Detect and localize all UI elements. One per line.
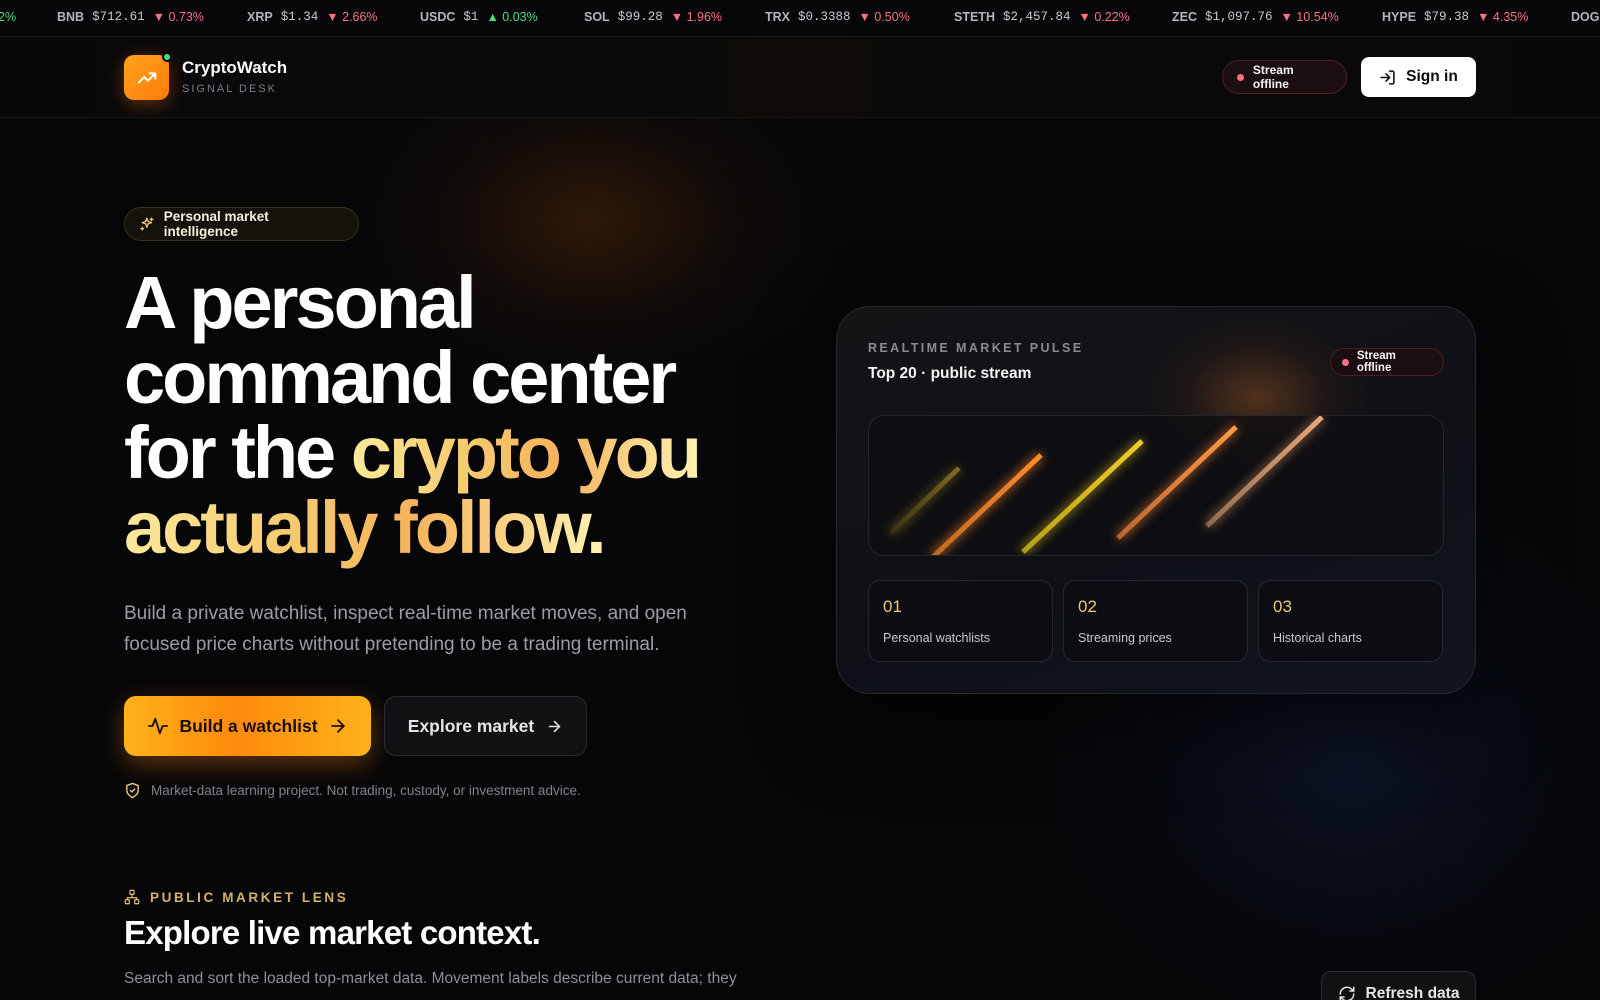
feature-number: 01: [883, 597, 902, 616]
feature-number: 02: [1078, 597, 1097, 616]
disclaimer-text: Market-data learning project. Not tradin…: [151, 783, 581, 798]
market-pulse-card: REALTIME MARKET PULSE Top 20 · public st…: [836, 306, 1476, 694]
stream-status-label: Stream offline: [1252, 63, 1294, 91]
ticker-item[interactable]: XRP $1.34 ▼ 2.66%: [247, 10, 378, 24]
ticker-change: ▼ 2.66%: [326, 10, 378, 24]
pulse-streaks: [888, 416, 1326, 555]
ticker-symbol: BNB: [57, 10, 85, 24]
refresh-data-label: Refresh data: [1365, 985, 1460, 1000]
headline-line-2: command center: [124, 336, 677, 419]
ticker-item[interactable]: SOL $99.28 ▼ 1.96%: [584, 10, 722, 24]
offline-dot-icon: [1342, 358, 1349, 366]
ticker-change: ▼ 4.35%: [1477, 10, 1529, 24]
ticker-change: ▼ 10.54%: [1280, 10, 1339, 24]
brand-name[interactable]: CryptoWatch: [182, 58, 287, 78]
ticker-symbol: TRX: [765, 10, 790, 24]
disclaimer: Market-data learning project. Not tradin…: [124, 782, 581, 799]
hero-badge: Personal market intelligence: [124, 207, 359, 241]
ticker-item[interactable]: BNB $712.61 ▼ 0.73%: [57, 10, 204, 24]
explore-market-button[interactable]: Explore market: [384, 696, 587, 756]
pulse-stream-status-label: Stream offline: [1356, 350, 1396, 374]
hero-subtitle: Build a private watchlist, inspect real-…: [124, 603, 687, 655]
ticker-item[interactable]: USDC $1 ▲ 0.03%: [420, 10, 538, 24]
lens-eyebrow-label: PUBLIC MARKET LENS: [150, 889, 349, 905]
ticker-item[interactable]: HYPE $79.38 ▼ 4.35%: [1382, 10, 1528, 24]
ticker-symbol: DOG: [1571, 10, 1600, 24]
build-watchlist-label: Build a watchlist: [179, 715, 318, 736]
feature-card-historical: 03 Historical charts: [1258, 580, 1443, 662]
offline-dot-icon: [1237, 73, 1244, 81]
refresh-icon: [1339, 986, 1355, 1000]
ticker-change: 2%: [0, 10, 17, 24]
streak-2: [929, 451, 1045, 555]
ticker-price: $0.3388: [798, 10, 851, 24]
pulse-title: Top 20 · public stream: [868, 365, 1032, 382]
lens-description: Search and sort the loaded top-market da…: [124, 970, 737, 987]
price-ticker: 2% BNB $712.61 ▼ 0.73% XRP $1.34 ▼ 2.66% USDC $1…: [0, 0, 1600, 37]
build-watchlist-button[interactable]: Build a watchlist: [124, 696, 371, 756]
ticker-price: $712.61: [92, 10, 145, 24]
ticker-item[interactable]: DOG: [1571, 10, 1599, 24]
sign-in-label: Sign in: [1406, 68, 1458, 85]
site-header: CryptoWatch SIGNAL DESK Stream offline S…: [0, 37, 1600, 118]
lens-title: Explore live market context.: [124, 914, 541, 951]
ticker-symbol: USDC: [420, 10, 456, 24]
refresh-data-button[interactable]: Refresh data: [1321, 971, 1476, 1000]
ticker-change: ▼ 1.96%: [670, 10, 723, 24]
feature-label: Personal watchlists: [883, 631, 990, 645]
ticker-item[interactable]: TRX $0.3388 ▼ 0.50%: [765, 10, 910, 24]
ticker-item[interactable]: 2%: [0, 10, 16, 24]
ticker-price: $1: [463, 10, 479, 24]
ticker-change: ▼ 0.73%: [152, 10, 204, 24]
headline-line-3: for the: [124, 411, 351, 494]
ticker-symbol: SOL: [584, 10, 610, 24]
sign-in-button[interactable]: Sign in: [1361, 57, 1476, 97]
ticker-price: $2,457.84: [1002, 10, 1071, 24]
ticker-symbol: HYPE: [1382, 10, 1417, 24]
sparkles-icon: [140, 217, 154, 231]
ticker-change: ▼ 0.50%: [858, 10, 910, 24]
streak-1: [888, 465, 962, 536]
trending-up-icon: [137, 71, 156, 84]
ticker-item[interactable]: ZEC $1,097.76 ▼ 10.54%: [1172, 10, 1339, 24]
status-dot: [162, 52, 172, 62]
feature-card-streaming: 02 Streaming prices: [1063, 580, 1248, 662]
hero-badge-label: Personal market intelligence: [163, 209, 269, 239]
ticker-change: ▲ 0.03%: [486, 10, 538, 24]
hero-headline: A personal command center for the crypto…: [124, 265, 784, 565]
pulse-visual: [868, 415, 1444, 556]
network-icon: [124, 889, 140, 905]
ticker-change: ▼ 0.22%: [1078, 10, 1130, 24]
brand-tagline: SIGNAL DESK: [182, 83, 277, 95]
headline-accent-2: actually follow.: [124, 486, 607, 569]
feature-label: Historical charts: [1273, 631, 1362, 645]
ticker-symbol: ZEC: [1172, 10, 1197, 24]
logo[interactable]: [124, 52, 172, 100]
feature-card-watchlists: 01 Personal watchlists: [868, 580, 1053, 662]
activity-icon: [148, 717, 169, 735]
pulse-eyebrow: REALTIME MARKET PULSE: [868, 341, 1084, 355]
ticker-price: $1,097.76: [1205, 10, 1273, 24]
feature-number: 03: [1273, 597, 1292, 616]
pulse-stream-status-badge: Stream offline: [1330, 348, 1444, 376]
feature-label: Streaming prices: [1078, 631, 1172, 645]
log-in-icon: [1380, 69, 1395, 85]
headline-line-1: A personal: [124, 261, 477, 344]
ticker-item[interactable]: STETH $2,457.84 ▼ 0.22%: [954, 10, 1130, 24]
headline-accent-1: crypto you: [350, 411, 702, 494]
arrow-right-icon: [548, 720, 561, 732]
shield-check-icon: [126, 782, 139, 799]
lens-eyebrow: PUBLIC MARKET LENS: [124, 889, 348, 905]
ticker-symbol: XRP: [247, 10, 273, 24]
arrow-right-icon: [330, 719, 345, 733]
ticker-price: $1.34: [280, 10, 319, 24]
ticker-symbol: STETH: [954, 10, 995, 24]
ticker-price: $99.28: [617, 10, 663, 24]
stream-status-badge: Stream offline: [1222, 60, 1347, 94]
explore-market-label: Explore market: [407, 715, 535, 736]
ticker-price: $79.38: [1424, 10, 1470, 24]
